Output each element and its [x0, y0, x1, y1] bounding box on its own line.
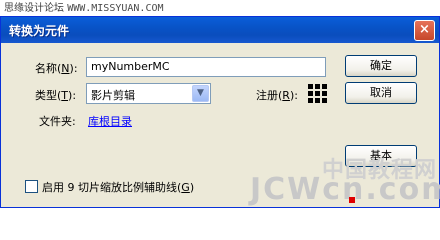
title-bar: 转换为元件 × — [1, 17, 439, 43]
registration-point[interactable] — [322, 84, 327, 89]
registration-point[interactable] — [308, 91, 313, 96]
watermark-bottom: 中国教程网 JCWcn.com — [250, 158, 440, 208]
type-select[interactable]: 影片剪辑 ▼ — [86, 83, 211, 104]
registration-point[interactable] — [315, 91, 320, 96]
scale9-option[interactable]: 启用 9 切片缩放比例辅助线(G) — [25, 179, 194, 195]
close-icon: × — [419, 22, 430, 37]
registration-point[interactable] — [315, 84, 320, 89]
registration-point[interactable] — [308, 98, 313, 103]
type-label: 类型(T): — [35, 89, 77, 102]
dialog-title: 转换为元件 — [9, 24, 70, 38]
cancel-button[interactable]: 取消 — [345, 82, 417, 104]
watermark-url: WWW.MISSYUAN.COM — [67, 3, 164, 14]
registration-point[interactable] — [308, 84, 313, 89]
watermark-site: 思缘设计论坛 — [4, 3, 64, 14]
type-select-value: 影片剪辑 — [91, 89, 135, 102]
registration-point[interactable] — [315, 98, 320, 103]
watermark-en: JCWcn.com — [250, 172, 440, 207]
registration-point[interactable] — [322, 91, 327, 96]
red-dot — [349, 197, 355, 203]
scale9-checkbox[interactable] — [25, 180, 38, 193]
name-input[interactable]: myNumberMC — [86, 57, 326, 77]
chevron-down-icon[interactable]: ▼ — [192, 85, 209, 102]
folder-label: 文件夹: — [39, 115, 76, 128]
name-label: 名称(N): — [35, 62, 78, 75]
ok-button[interactable]: 确定 — [345, 55, 417, 77]
registration-label: 注册(R): — [256, 89, 298, 102]
scale9-label: 启用 9 切片缩放比例辅助线(G) — [42, 181, 195, 194]
registration-point[interactable] — [322, 98, 327, 103]
registration-grid-icon[interactable] — [308, 84, 327, 103]
folder-link[interactable]: 库根目录 — [88, 113, 132, 129]
close-button[interactable]: × — [414, 20, 435, 41]
